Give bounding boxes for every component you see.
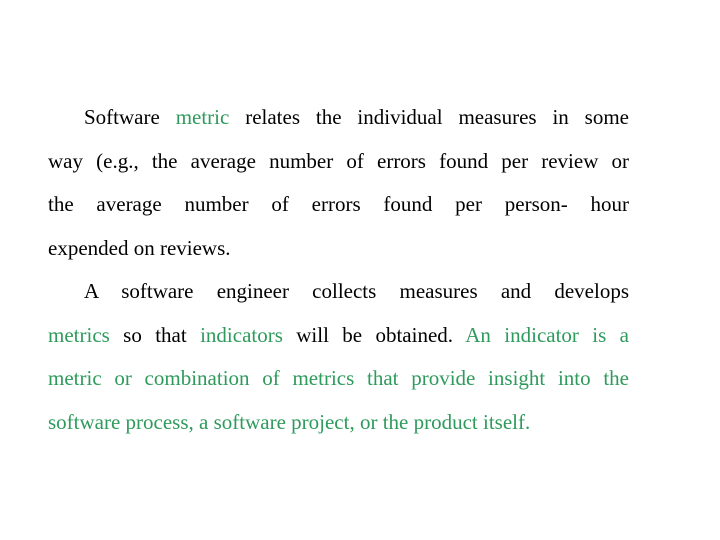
highlighted-term: indicators [200, 322, 283, 347]
text-line: way (e.g., the average number of errors … [48, 140, 629, 184]
text-line: Software metric relates the individual m… [48, 96, 629, 140]
text-line: metric or combination of metrics that pr… [48, 357, 629, 401]
highlighted-term: metrics [48, 322, 110, 347]
text-run: A software engineer collects measures an… [84, 279, 629, 303]
paragraph-metric-definition: Software metric relates the individual m… [48, 96, 629, 270]
highlighted-term: metric [175, 105, 230, 129]
highlighted-text: An indicator is a [465, 322, 629, 347]
text-run: expended on reviews. [48, 235, 231, 260]
text-line: A software engineer collects measures an… [48, 270, 629, 314]
text-run: way (e.g., the average number of errors … [48, 148, 629, 173]
text-run: the average number of errors found per p… [48, 192, 629, 216]
text-run: will be obtained. [282, 322, 466, 347]
text-line: the average number of errors found per p… [48, 183, 629, 227]
text-run: Software [84, 105, 176, 129]
highlighted-text: software process, a software project, or… [48, 409, 531, 434]
text-line: software process, a software project, or… [48, 401, 629, 445]
text-run: so that [109, 322, 201, 347]
highlighted-text: metric or combination of metrics that pr… [48, 366, 629, 390]
document-body: Software metric relates the individual m… [48, 96, 629, 444]
text-line: expended on reviews. [48, 227, 629, 271]
text-line: metrics so that indicators will be obtai… [48, 314, 629, 358]
paragraph-indicator-definition: A software engineer collects measures an… [48, 270, 629, 444]
text-run: relates the individual measures in some [229, 105, 629, 129]
